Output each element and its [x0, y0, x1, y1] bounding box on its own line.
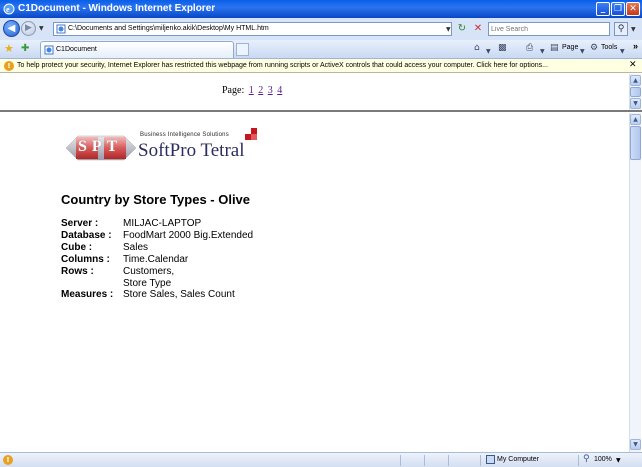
- page-menu-dropdown[interactable]: ▼: [580, 45, 585, 58]
- pager-frame: [0, 74, 642, 112]
- page-error-icon[interactable]: !: [3, 455, 13, 465]
- address-dropdown[interactable]: ▼: [446, 26, 451, 33]
- columns-label: Columns :: [61, 254, 110, 265]
- computer-zone-icon: [486, 455, 495, 464]
- close-window-button[interactable]: ✕: [626, 2, 640, 16]
- address-bar[interactable]: C:\Documents and Settings\miljenko.akik\…: [53, 22, 452, 36]
- address-url[interactable]: C:\Documents and Settings\miljenko.akik\…: [68, 25, 269, 32]
- status-divider: [480, 455, 481, 466]
- scrollbar-thumb[interactable]: [630, 126, 641, 160]
- toolbar-overflow-chevron[interactable]: »: [633, 41, 638, 51]
- recent-pages-dropdown[interactable]: ▼: [39, 25, 44, 32]
- logo-accent-square: [251, 134, 257, 140]
- columns-value: Time.Calendar: [123, 254, 189, 265]
- back-button[interactable]: ◀: [3, 20, 20, 37]
- logo-brand-name: SoftPro Tetral: [138, 140, 245, 161]
- ie-logo-icon: e: [3, 3, 15, 15]
- rows-value: Customers,: [123, 266, 175, 277]
- zoom-dropdown[interactable]: ▼: [616, 457, 621, 464]
- stop-icon[interactable]: ✕: [472, 23, 484, 35]
- status-divider: [400, 455, 401, 466]
- rows-label: Rows :: [61, 266, 94, 277]
- search-icon[interactable]: ⚲: [614, 22, 628, 36]
- gear-icon[interactable]: ⚙: [590, 42, 598, 55]
- feeds-icon[interactable]: ▩: [498, 42, 507, 55]
- search-field[interactable]: [488, 22, 610, 36]
- tools-menu-button[interactable]: Tools: [601, 44, 617, 51]
- tab-c1document[interactable]: C1Document: [40, 41, 234, 58]
- page-menu-button[interactable]: Page: [562, 44, 578, 51]
- minimize-button[interactable]: _: [596, 2, 610, 16]
- favorites-star-icon[interactable]: ★: [4, 42, 14, 55]
- forward-button[interactable]: ▶: [21, 21, 36, 36]
- rows-value-cont: Store Type: [123, 278, 172, 289]
- security-warning-icon: !: [4, 61, 14, 71]
- window-title: C1Document - Windows Internet Explorer: [18, 3, 216, 14]
- page-icon: [44, 45, 54, 55]
- softpro-tetral-logo: SPT Business Intelligence Solutions Soft…: [64, 128, 264, 168]
- page-link-3[interactable]: 3: [268, 85, 273, 96]
- logo-tagline: Business Intelligence Solutions: [140, 132, 229, 138]
- new-tab-button[interactable]: [236, 43, 249, 56]
- pager-label: Page:: [222, 85, 245, 96]
- home-dropdown[interactable]: ▼: [486, 45, 491, 58]
- maximize-button[interactable]: ❐: [611, 2, 625, 16]
- spt-letters: SPT: [78, 138, 123, 155]
- information-bar-message[interactable]: To help protect your security, Internet …: [17, 62, 548, 69]
- svg-text:e: e: [6, 5, 10, 14]
- report-title: Country by Store Types - Olive: [61, 192, 251, 207]
- database-value: FoodMart 2000 Big.Extended: [123, 230, 254, 241]
- scrollbar-thumb[interactable]: [630, 87, 641, 97]
- pager: Page: 1 2 3 4: [222, 85, 282, 96]
- refresh-icon[interactable]: ↻: [456, 23, 468, 35]
- pager-frame-scrollbar[interactable]: ▲ ▼: [629, 74, 641, 110]
- tools-menu-dropdown[interactable]: ▼: [620, 45, 625, 58]
- status-bar: ! My Computer ⚲ 100% ▼: [0, 452, 642, 467]
- zoom-level[interactable]: 100%: [594, 456, 612, 463]
- measures-value: Store Sales, Sales Count: [123, 289, 235, 300]
- cube-value: Sales: [123, 242, 149, 253]
- scroll-down-icon[interactable]: ▼: [630, 98, 641, 109]
- status-divider: [424, 455, 425, 466]
- cube-label: Cube :: [61, 242, 93, 253]
- scroll-up-icon[interactable]: ▲: [630, 114, 641, 125]
- close-icon[interactable]: ✕: [629, 60, 637, 70]
- title-bar: e C1Document - Windows Internet Explorer…: [0, 0, 642, 18]
- search-input[interactable]: [489, 23, 607, 35]
- page-icon: [56, 24, 66, 34]
- measures-label: Measures :: [61, 289, 114, 300]
- tab-label: C1Document: [56, 46, 97, 53]
- page-menu-icon[interactable]: ▤: [550, 42, 559, 55]
- scroll-up-icon[interactable]: ▲: [630, 75, 641, 86]
- server-value: MILJAC-LAPTOP: [123, 218, 202, 229]
- search-options-dropdown[interactable]: ▼: [631, 26, 636, 33]
- status-divider: [578, 455, 579, 466]
- page-link-1[interactable]: 1: [249, 85, 254, 96]
- server-label: Server :: [61, 218, 99, 229]
- add-favorites-icon[interactable]: ✚: [21, 42, 29, 55]
- page-link-4[interactable]: 4: [277, 85, 282, 96]
- home-icon[interactable]: ⌂: [474, 42, 480, 55]
- information-bar[interactable]: ! To help protect your security, Interne…: [0, 59, 642, 73]
- content-frame-scrollbar[interactable]: ▲ ▼: [629, 113, 641, 452]
- scroll-down-icon[interactable]: ▼: [630, 439, 641, 450]
- database-label: Database :: [61, 230, 112, 241]
- status-divider: [448, 455, 449, 466]
- security-zone[interactable]: My Computer: [497, 456, 539, 463]
- print-icon[interactable]: ⎙: [526, 42, 533, 55]
- page-link-2[interactable]: 2: [258, 85, 263, 96]
- print-dropdown[interactable]: ▼: [540, 45, 545, 58]
- zoom-icon[interactable]: ⚲: [583, 454, 590, 464]
